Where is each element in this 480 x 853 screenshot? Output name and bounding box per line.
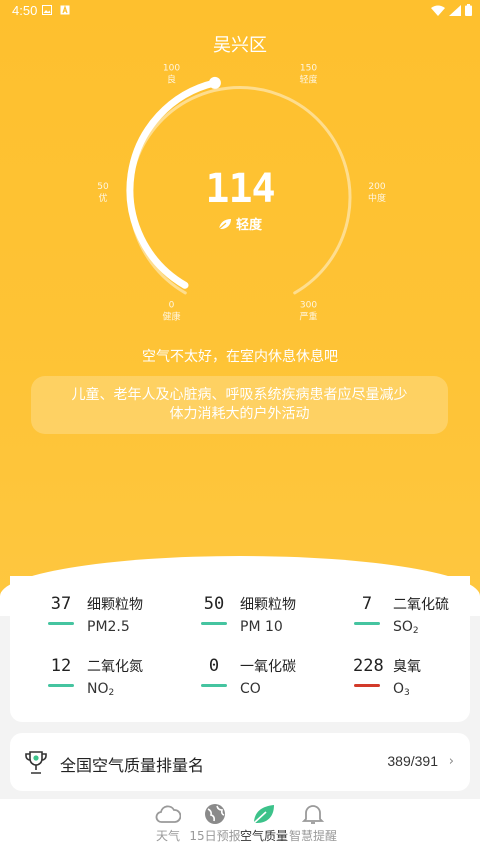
nav-label: 空气质量	[239, 829, 288, 843]
pollutant-name: 臭氧	[393, 659, 421, 675]
pollutant-no2[interactable]: 12 二氧化氮 NO2	[47, 656, 187, 708]
aqi-level: 轻度	[0, 214, 480, 233]
nav-forecast[interactable]: 15日预报	[188, 803, 242, 844]
pollutant-name: 二氧化硫	[393, 597, 449, 613]
nav-label: 15日预报	[189, 829, 241, 843]
pollutant-name: 细颗粒物	[87, 597, 143, 613]
pollutant-name: 一氧化碳	[240, 659, 296, 675]
pollutant-value: 12	[50, 656, 72, 676]
pollutant-code: PM2.5	[87, 619, 130, 635]
pollutant-code: O3	[393, 681, 410, 698]
pollutant-code: CO	[240, 681, 261, 697]
ranking-value: 389/391	[387, 753, 438, 769]
gauge-tick-label: 轻度	[299, 73, 317, 85]
pollutant-code: PM 10	[240, 619, 283, 635]
globe-icon	[205, 804, 225, 824]
health-tip: 儿童、老年人及心脏病、呼吸系统疾病患者应尽量减少 体力消耗大的户外活动	[31, 376, 448, 434]
pollutant-o3[interactable]: 228 臭氧 O3	[353, 656, 480, 708]
pollutant-level-bar	[201, 684, 227, 687]
pollutant-level-bar	[48, 684, 74, 687]
ranking-row[interactable]: 全国空气质量排量名 389/391 ›	[10, 733, 470, 791]
nav-air-quality[interactable]: 空气质量	[237, 803, 291, 844]
pollutant-so2[interactable]: 7 二氧化硫 SO2	[353, 594, 480, 646]
gauge-indicator	[208, 76, 221, 89]
pollutant-card: 37 细颗粒物 PM2.5 50 细颗粒物 PM 10 7 二氧化硫 SO2 1…	[10, 576, 470, 722]
nav-smart-reminder[interactable]: 智慧提醒	[286, 803, 340, 844]
pollutant-value: 7	[361, 594, 373, 614]
pollutant-code: SO2	[393, 619, 419, 636]
pollutant-value: 0	[208, 656, 220, 676]
gauge-tick-label: 严重	[299, 311, 317, 323]
gauge-tick-label: 健康	[162, 311, 180, 323]
pollutant-level-bar	[354, 684, 380, 687]
pollutant-code: NO2	[87, 681, 115, 698]
pollutant-level-bar	[48, 622, 74, 625]
pollutant-level-bar	[354, 622, 380, 625]
pollutant-value: 228	[353, 656, 384, 676]
pollutant-pm25[interactable]: 37 细颗粒物 PM2.5	[47, 594, 187, 646]
nav-label: 天气	[155, 829, 180, 843]
bell-icon	[301, 805, 325, 824]
nav-weather[interactable]: 天气	[141, 803, 195, 844]
ranking-label: 全国空气质量排量名	[60, 756, 205, 775]
pollutant-name: 二氧化氮	[87, 659, 143, 675]
aqi-value: 114	[205, 166, 275, 212]
gauge-tick-value: 150	[300, 63, 317, 73]
pollutant-value: 50	[203, 594, 225, 614]
health-tip-line-2: 体力消耗大的户外活动	[169, 406, 310, 422]
leaf-icon	[218, 218, 231, 229]
gauge-tick-value: 0	[169, 301, 175, 311]
pollutant-level-bar	[201, 622, 227, 625]
trophy-icon	[25, 751, 47, 774]
advice-text: 空气不太好，在室内休息休息吧	[142, 349, 338, 365]
chevron-right-icon: ›	[448, 754, 454, 769]
pollutant-co[interactable]: 0 一氧化碳 CO	[200, 656, 340, 708]
bottom-nav: 天气 15日预报 空气质量 智慧提醒	[0, 799, 480, 853]
health-tip-line-1: 儿童、老年人及心脏病、呼吸系统疾病患者应尽量减少	[71, 387, 408, 403]
pollutant-value: 37	[50, 594, 72, 614]
gauge-tick-value: 300	[300, 301, 317, 311]
gauge-tick-value: 100	[163, 63, 180, 73]
pollutant-name: 细颗粒物	[240, 597, 296, 613]
gauge-tick-label: 良	[167, 73, 176, 85]
aqi-level-label: 轻度	[235, 218, 262, 233]
leaf-icon	[253, 805, 274, 824]
cloud-icon	[155, 805, 181, 823]
nav-label: 智慧提醒	[288, 829, 337, 843]
pollutant-pm10[interactable]: 50 细颗粒物 PM 10	[200, 594, 340, 646]
